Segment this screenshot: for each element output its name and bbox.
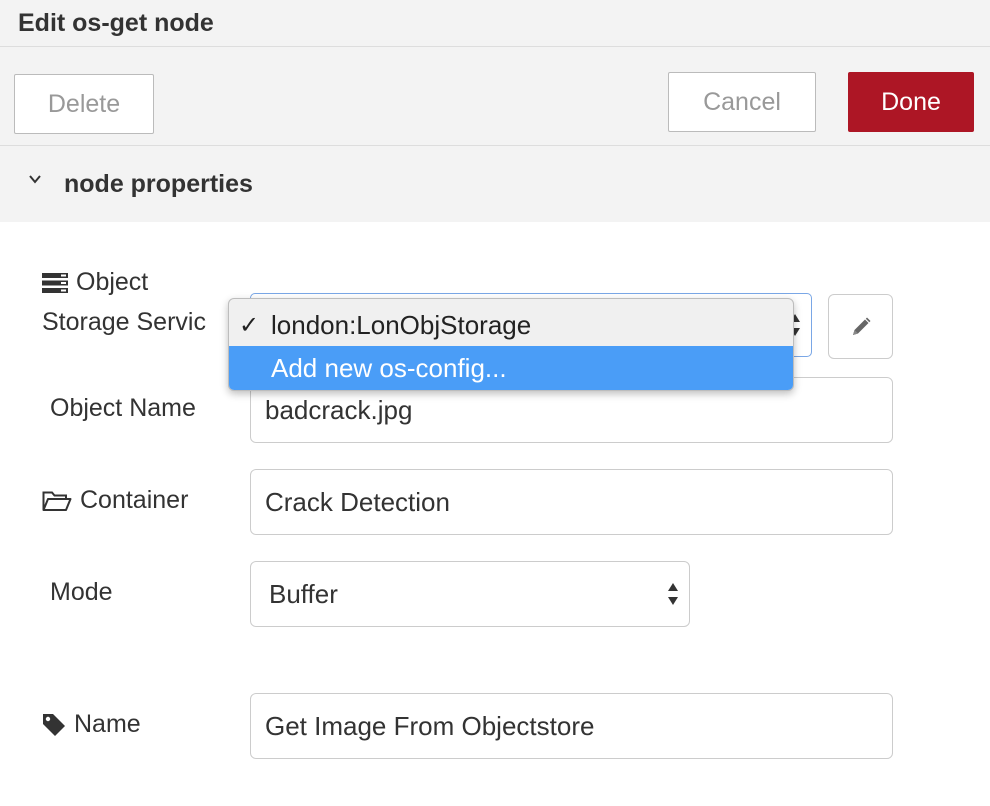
checkmark-icon: ✓ [239,311,260,339]
name-input[interactable]: Get Image From Objectstore [250,693,893,759]
folder-open-icon [42,491,72,511]
object-storage-label: Object [42,268,148,297]
tag-icon [43,713,65,736]
object-storage-dropdown: ✓ london:LonObjStorage Add new os-config… [228,298,794,391]
name-label: Name [42,710,141,739]
object-storage-label-line1: Object [76,268,149,296]
dialog-titlebar: Edit os-get node [0,0,990,47]
done-button[interactable]: Done [848,72,974,132]
mode-select-value: Buffer [269,578,338,609]
node-properties-section-header[interactable]: node properties [0,146,990,222]
dropdown-option-label: london:LonObjStorage [271,309,532,340]
dropdown-option-selected[interactable]: ✓ london:LonObjStorage [229,303,793,347]
dropdown-option-label: Add new os-config... [271,352,507,383]
object-storage-label-line2: Storage Servic [42,308,206,336]
section-title: node properties [64,170,253,198]
edit-config-button[interactable] [828,294,893,359]
dropdown-option-add-new[interactable]: Add new os-config... [229,346,793,390]
mode-label: Mode [50,578,113,606]
pencil-icon [852,317,870,335]
select-arrows-icon [668,583,678,605]
name-label-text: Name [74,710,141,738]
dialog-title: Edit os-get node [18,9,214,37]
container-label-text: Container [80,486,189,514]
container-input[interactable]: Crack Detection [250,469,893,535]
delete-button[interactable]: Delete [14,74,154,134]
object-name-label: Object Name [50,394,196,422]
mode-select[interactable]: Buffer [250,561,690,627]
dialog-toolbar: Delete Cancel Done [0,47,990,146]
chevron-down-icon [29,175,41,184]
container-label: Container [42,486,188,515]
server-icon [42,272,68,293]
cancel-button[interactable]: Cancel [668,72,816,132]
